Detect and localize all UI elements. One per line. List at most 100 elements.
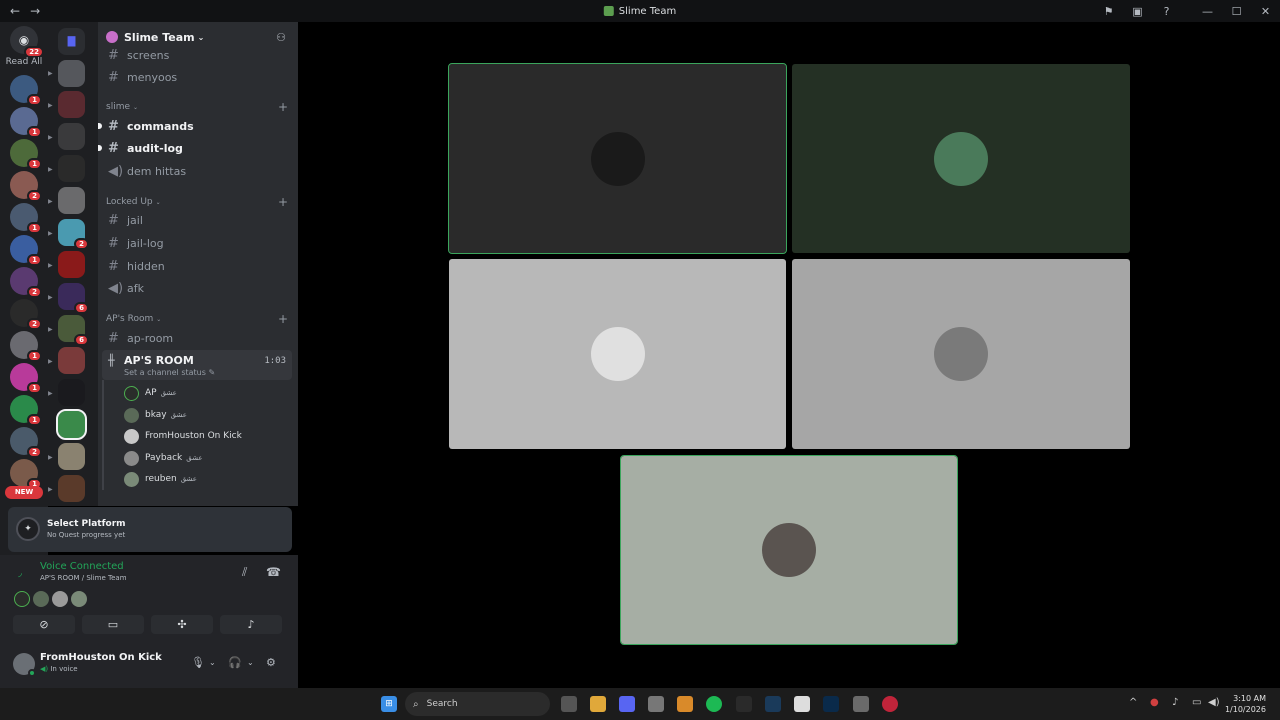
maximize-button[interactable]: ☐: [1222, 0, 1251, 22]
task-view-icon[interactable]: [561, 696, 577, 712]
folder-server[interactable]: [58, 379, 85, 406]
folder-server[interactable]: [58, 123, 85, 150]
folder-server[interactable]: [58, 347, 85, 374]
expand-arrow-icon[interactable]: ▶: [48, 262, 53, 269]
folder-server[interactable]: [58, 251, 85, 278]
server-icon[interactable]: 2: [10, 267, 42, 298]
tray-app-icon[interactable]: ●: [1150, 697, 1159, 708]
channel-ap-room[interactable]: # ap-room: [106, 328, 290, 348]
app-icon[interactable]: [648, 696, 664, 712]
voice-channel-aps-room[interactable]: ╫ AP'S ROOM 1:03 Set a channel status ✎: [102, 350, 292, 380]
channel-audit-log[interactable]: # audit-log: [98, 138, 290, 158]
discord-app-icon[interactable]: [619, 696, 635, 712]
server-icon[interactable]: 1: [10, 75, 42, 106]
folder-server[interactable]: 2: [58, 219, 89, 250]
tray-chevron-up-icon[interactable]: ^: [1129, 697, 1137, 708]
server-icon[interactable]: 2: [10, 427, 42, 458]
taskbar-search[interactable]: ⌕ Search: [405, 692, 550, 716]
voice-member[interactable]: reuben عشق: [124, 470, 284, 488]
expand-arrow-icon[interactable]: ▶: [48, 294, 53, 301]
avatar[interactable]: [52, 591, 68, 607]
server-icon[interactable]: 2: [10, 299, 42, 330]
app-icon[interactable]: [736, 696, 752, 712]
voice-member[interactable]: AP عشق: [124, 384, 284, 402]
expand-arrow-icon[interactable]: ▶: [48, 326, 53, 333]
voice-location[interactable]: AP'S ROOM / Slime Team: [40, 574, 127, 582]
server-icon[interactable]: 1: [10, 235, 42, 266]
folder-server[interactable]: [58, 91, 85, 118]
minimize-button[interactable]: —: [1193, 0, 1222, 22]
file-explorer-icon[interactable]: [590, 696, 606, 712]
folder-icon[interactable]: ▇: [58, 28, 85, 55]
screen-icon[interactable]: ▣: [1123, 0, 1152, 22]
settings-gear-icon[interactable]: [853, 696, 869, 712]
app-icon[interactable]: [677, 696, 693, 712]
category-slime[interactable]: slime ⌄ +: [106, 100, 290, 114]
new-servers-badge[interactable]: NEW: [5, 486, 43, 499]
channel-hidden[interactable]: # hidden: [106, 256, 290, 276]
expand-arrow-icon[interactable]: ▶: [48, 70, 53, 77]
folder-server[interactable]: [58, 155, 85, 182]
server-icon[interactable]: 1: [10, 459, 42, 490]
settings-gear-icon[interactable]: ⚙: [266, 656, 276, 669]
headphones-icon[interactable]: 🎧: [228, 656, 242, 669]
server-icon[interactable]: 1: [10, 395, 42, 426]
camera-off-button[interactable]: ⊘: [13, 615, 75, 634]
expand-arrow-icon[interactable]: ▶: [48, 486, 53, 493]
forward-arrow-icon[interactable]: →: [30, 4, 40, 18]
channel-dem-hittas[interactable]: ◀) dem hittas: [106, 161, 290, 181]
screen-share-button[interactable]: ▭: [82, 615, 144, 634]
signal-icon[interactable]: ◞: [18, 568, 22, 579]
expand-arrow-icon[interactable]: ▶: [48, 358, 53, 365]
read-all-button[interactable]: Read All: [0, 57, 48, 67]
add-channel-icon[interactable]: +: [278, 312, 288, 326]
back-arrow-icon[interactable]: ←: [10, 4, 20, 18]
microphone-icon[interactable]: 🎙: [191, 656, 205, 669]
server-icon[interactable]: 1: [10, 203, 42, 234]
channel-jail-log[interactable]: # jail-log: [106, 233, 290, 253]
quest-panel[interactable]: ✦ Select Platform No Quest progress yet: [8, 507, 292, 552]
avatar[interactable]: [33, 591, 49, 607]
folder-server[interactable]: [58, 187, 85, 214]
activities-button[interactable]: ✣: [151, 615, 213, 634]
tray-volume-icon[interactable]: ◀): [1208, 697, 1220, 708]
folder-server[interactable]: [58, 60, 85, 87]
help-icon[interactable]: ?: [1152, 0, 1181, 22]
add-channel-icon[interactable]: +: [278, 100, 288, 114]
folder-server[interactable]: 6: [58, 315, 89, 346]
participant-tile[interactable]: [792, 64, 1130, 253]
expand-arrow-icon[interactable]: ▶: [48, 102, 53, 109]
username[interactable]: FromHouston On Kick: [40, 652, 162, 663]
disconnect-icon[interactable]: ☎: [266, 565, 281, 579]
add-user-icon[interactable]: ⚇: [276, 31, 286, 44]
folder-server[interactable]: [58, 475, 85, 502]
opera-icon[interactable]: [882, 696, 898, 712]
expand-arrow-icon[interactable]: ▶: [48, 134, 53, 141]
participant-tile[interactable]: [620, 455, 958, 645]
photoshop-icon[interactable]: [823, 696, 839, 712]
expand-arrow-icon[interactable]: ▶: [48, 166, 53, 173]
participant-tile[interactable]: [448, 63, 787, 254]
add-channel-icon[interactable]: +: [278, 195, 288, 209]
expand-arrow-icon[interactable]: ▶: [48, 198, 53, 205]
channel-menyoos[interactable]: # menyoos: [106, 67, 290, 87]
avatar[interactable]: [14, 591, 30, 607]
tray-network-icon[interactable]: ▭: [1192, 697, 1201, 708]
channel-afk[interactable]: ◀) afk: [106, 278, 290, 298]
folder-server[interactable]: 6: [58, 283, 89, 314]
participant-tile[interactable]: [792, 259, 1130, 449]
expand-arrow-icon[interactable]: ▶: [48, 390, 53, 397]
server-icon[interactable]: 1: [10, 331, 42, 362]
notion-icon[interactable]: [794, 696, 810, 712]
tray-microphone-icon[interactable]: ♪: [1172, 697, 1178, 708]
spotify-icon[interactable]: [706, 696, 722, 712]
direct-messages-button[interactable]: ◉ 22: [10, 26, 44, 58]
server-icon[interactable]: 1: [10, 139, 42, 170]
noise-suppression-icon[interactable]: ⫽: [242, 565, 247, 580]
chevron-down-icon[interactable]: ⌄: [209, 658, 216, 667]
inbox-icon[interactable]: ⚑: [1094, 0, 1123, 22]
soundboard-button[interactable]: ♪: [220, 615, 282, 634]
active-server[interactable]: [56, 409, 87, 440]
voice-member[interactable]: FromHouston On Kick: [124, 427, 284, 445]
chevron-down-icon[interactable]: ⌄: [247, 658, 254, 667]
